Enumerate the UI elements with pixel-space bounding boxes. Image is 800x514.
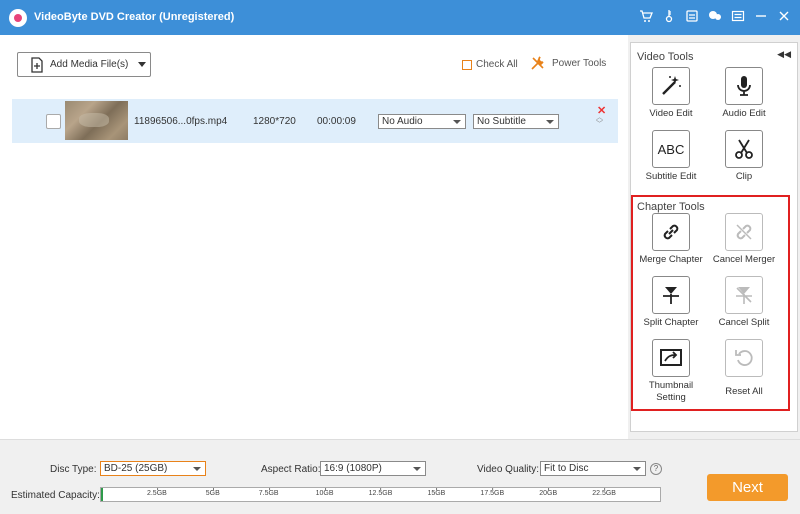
audio-edit-label: Audio Edit: [722, 108, 766, 119]
video-edit-label: Video Edit: [649, 108, 693, 119]
scissors-icon: [725, 130, 763, 168]
help-icon[interactable]: ?: [650, 463, 662, 475]
menu-icon[interactable]: [730, 9, 746, 25]
close-icon[interactable]: [776, 9, 792, 25]
capacity-tick-label: 22.5GB: [592, 488, 616, 497]
window-title: VideoByte DVD Creator (Unregistered): [34, 11, 235, 23]
subtitle-edit-label: Subtitle Edit: [645, 171, 697, 182]
disc-type-label: Disc Type:: [50, 464, 97, 475]
aspect-ratio-label: Aspect Ratio:: [261, 464, 321, 475]
clip-tool[interactable]: Clip: [709, 130, 779, 183]
abc-text-icon: ABC: [652, 130, 690, 168]
row-checkbox[interactable]: [46, 114, 61, 129]
power-tools-label: Power Tools: [552, 57, 607, 69]
table-row[interactable]: 11896506...0fps.mp4 1280*720 00:00:09 No…: [12, 99, 618, 143]
title-bar-controls: [638, 9, 792, 25]
subtitle-select[interactable]: No Subtitle: [473, 114, 559, 129]
wrench-icon: [531, 56, 544, 70]
capacity-tick-label: 20GB: [539, 488, 558, 497]
microphone-icon: [725, 67, 763, 105]
audio-track-select[interactable]: No Audio: [378, 114, 466, 129]
chevron-down-icon[interactable]: [138, 62, 147, 67]
video-edit-tool[interactable]: Video Edit: [636, 67, 706, 120]
aspect-ratio-value: 16:9 (1080P): [324, 463, 382, 474]
capacity-bar: 2.5GB 5GB 7.5GB 10GB 12.5GB 15GB 17.5GB 20GB 22.…: [100, 487, 661, 502]
capacity-tick-label: 5GB: [205, 488, 220, 497]
estimated-capacity-label: Estimated Capacity:: [11, 490, 100, 501]
cart-icon[interactable]: [638, 9, 654, 25]
capacity-ticks: 2.5GB 5GB 7.5GB 10GB 12.5GB 15GB 17.5GB 20GB 22.…: [101, 488, 660, 501]
chevron-down-icon: [193, 467, 201, 471]
power-tools-button[interactable]: Power Tools: [530, 55, 606, 71]
chevron-down-icon: [413, 467, 421, 471]
file-name: 11896506...0fps.mp4: [134, 116, 228, 127]
video-quality-label: Video Quality:: [477, 464, 540, 475]
abc-glyph: ABC: [657, 141, 685, 157]
audio-edit-tool[interactable]: Audio Edit: [709, 67, 779, 120]
capacity-tick-label: 7.5GB: [258, 488, 279, 497]
check-all-label: Check All: [476, 59, 518, 70]
capacity-tick-label: 10GB: [315, 488, 334, 497]
chevron-down-icon: [453, 120, 461, 124]
add-media-label: Add Media File(s): [50, 59, 129, 70]
chapter-tools-highlight: [631, 195, 790, 411]
video-thumbnail: [65, 101, 128, 140]
file-duration: 00:00:09: [317, 116, 356, 127]
reorder-icon[interactable]: ︿ ﹀: [596, 114, 603, 128]
media-panel: Add Media File(s) Check All Power Tools …: [0, 35, 628, 439]
audio-track-value: No Audio: [382, 116, 423, 127]
chevron-down-icon: [546, 120, 554, 124]
disc-type-select[interactable]: BD-25 (25GB): [100, 461, 206, 476]
key-icon[interactable]: [661, 9, 677, 25]
file-resolution: 1280*720: [253, 116, 296, 127]
add-media-button[interactable]: Add Media File(s): [17, 52, 151, 77]
capacity-tick-label: 12.5GB: [368, 488, 393, 497]
subtitle-edit-tool[interactable]: ABC Subtitle Edit: [636, 130, 706, 183]
next-button[interactable]: Next: [707, 474, 788, 501]
video-quality-value: Fit to Disc: [544, 463, 589, 474]
bottom-bar: Disc Type: BD-25 (25GB) Aspect Ratio: 16…: [0, 439, 800, 514]
app-logo-icon: [9, 9, 27, 27]
minimize-icon[interactable]: [753, 9, 769, 25]
capacity-tick-label: 17.5GB: [480, 488, 505, 497]
clip-label: Clip: [735, 171, 753, 182]
add-file-icon: [31, 56, 43, 73]
capacity-tick-label: 15GB: [427, 488, 446, 497]
chevron-down-icon: [633, 467, 641, 471]
check-all[interactable]: Check All: [462, 59, 518, 70]
video-quality-select[interactable]: Fit to Disc: [540, 461, 646, 476]
magic-wand-icon: [652, 67, 690, 105]
subtitle-value: No Subtitle: [477, 116, 526, 127]
file-icon[interactable]: [684, 9, 700, 25]
check-all-checkbox[interactable]: [462, 59, 472, 70]
aspect-ratio-select[interactable]: 16:9 (1080P): [320, 461, 426, 476]
capacity-tick-label: 2.5GB: [146, 488, 167, 497]
disc-type-value: BD-25 (25GB): [104, 463, 168, 474]
title-bar: VideoByte DVD Creator (Unregistered): [0, 0, 800, 35]
video-tools-title: Video Tools: [637, 51, 694, 63]
collapse-panel-icon[interactable]: ◀◀: [777, 49, 791, 60]
chat-icon[interactable]: [707, 9, 723, 25]
